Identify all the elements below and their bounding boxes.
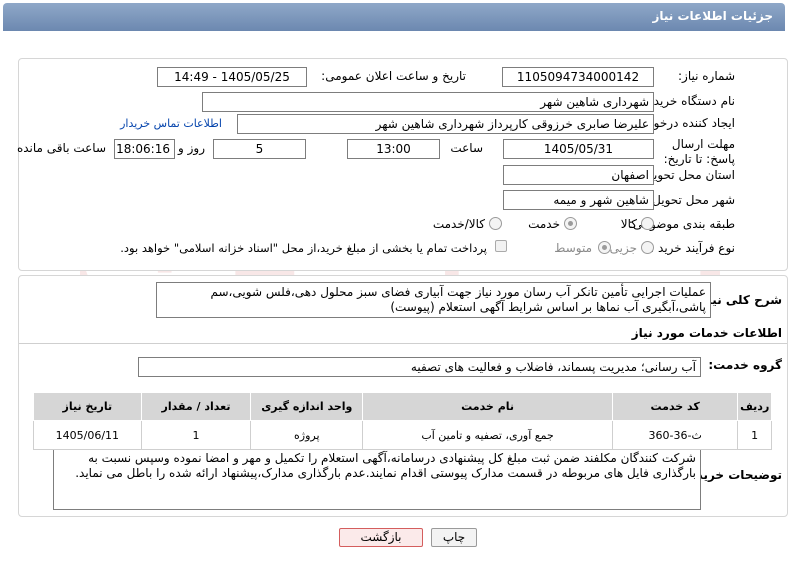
process-minor-label: جزیی — [609, 241, 637, 255]
province-field: اصفهان — [503, 165, 654, 185]
cell-row-number: 1 — [737, 420, 772, 450]
process-minor-radio[interactable] — [641, 241, 654, 254]
process-medium-label: متوسط — [554, 241, 592, 255]
creator-field: علیرضا صابری خرزوقی کارپرداز شهرداری شاه… — [237, 114, 654, 134]
province-label: استان محل تحویل: — [640, 168, 735, 182]
days-remaining-field: 5 — [213, 139, 306, 159]
category-both-radio[interactable] — [489, 217, 502, 230]
print-button[interactable]: چاپ — [431, 528, 477, 547]
cell-service-code: ث-36-360 — [611, 420, 739, 450]
window-header: جزئیات اطلاعات نیاز — [3, 3, 785, 31]
remaining-time-field: 18:06:16 — [114, 139, 175, 159]
category-goods-radio[interactable] — [641, 217, 654, 230]
category-service-radio[interactable] — [564, 217, 577, 230]
announce-date-field: 1405/05/25 - 14:49 — [157, 67, 307, 87]
section-divider — [19, 343, 787, 344]
need-number-field: 1105094734000142 — [502, 67, 654, 87]
cell-unit: پروژه — [250, 420, 364, 450]
buyer-notes-textarea[interactable]: شرکت کنندگان مکلفند ضمن ثبت مبلغ کل پیشن… — [53, 448, 701, 510]
col-unit: واحد اندازه گیری — [250, 392, 364, 421]
city-field: شاهین شهر و میمه — [503, 190, 654, 210]
services-table: ردیف کد خدمت نام خدمت واحد اندازه گیری ت… — [33, 392, 772, 450]
remaining-time-label: ساعت باقی مانده — [16, 141, 106, 155]
page-title: جزئیات اطلاعات نیاز — [652, 9, 773, 23]
cell-quantity: 1 — [140, 420, 252, 450]
buyer-org-field: شهرداری شاهین شهر — [202, 92, 654, 112]
table-header-row: ردیف کد خدمت نام خدمت واحد اندازه گیری ت… — [33, 392, 772, 421]
service-group-label: گروه خدمت: — [708, 358, 782, 372]
services-section-title: اطلاعات خدمات مورد نیاز — [631, 326, 782, 340]
days-label: روز و — [178, 141, 205, 155]
buyer-org-label: نام دستگاه خریدار: — [640, 94, 736, 108]
col-quantity: تعداد / مقدار — [140, 392, 252, 421]
announce-date-label: تاریخ و ساعت اعلان عمومی: — [321, 69, 466, 83]
cell-need-date: 1405/06/11 — [33, 420, 142, 450]
col-service-code: کد خدمت — [611, 392, 739, 421]
category-both-label: کالا/خدمت — [432, 217, 485, 231]
deadline-time-field: 13:00 — [347, 139, 440, 159]
table-row[interactable]: 1 ث-36-360 جمع آوری، تصفیه و تامین آب پر… — [33, 420, 772, 450]
treasury-checkbox[interactable] — [495, 240, 507, 252]
category-service-label: خدمت — [528, 217, 560, 231]
city-label: شهر محل تحویل: — [648, 193, 735, 207]
col-service-name: نام خدمت — [362, 392, 613, 421]
process-label: نوع فرآیند خرید : — [650, 241, 735, 255]
treasury-note: پرداخت تمام یا بخشی از مبلغ خرید،از محل … — [120, 241, 487, 255]
back-button[interactable]: بازگشت — [339, 528, 423, 547]
category-goods-label: کالا — [620, 217, 637, 231]
service-group-field: آب رسانی؛ مدیریت پسماند، فاضلاب و فعالیت… — [138, 357, 701, 377]
buyer-contact-link[interactable]: اطلاعات تماس خریدار — [120, 117, 222, 130]
details-panel: شماره نیاز: 1105094734000142 تاریخ و ساع… — [16, 58, 788, 271]
col-need-date: تاریخ نیاز — [33, 392, 142, 421]
col-row-number: ردیف — [737, 392, 772, 421]
process-medium-radio[interactable] — [598, 241, 611, 254]
deadline-label: مهلت ارسال پاسخ: تا تاریخ: — [663, 137, 735, 166]
summary-textarea[interactable]: عملیات اجرایی تأمین تانکر آب رسان مورد ن… — [156, 282, 711, 318]
deadline-time-label: ساعت — [450, 141, 483, 155]
cell-service-name: جمع آوری، تصفیه و تامین آب — [362, 420, 613, 450]
need-number-label: شماره نیاز: — [678, 69, 735, 83]
deadline-date-field: 1405/05/31 — [503, 139, 654, 159]
